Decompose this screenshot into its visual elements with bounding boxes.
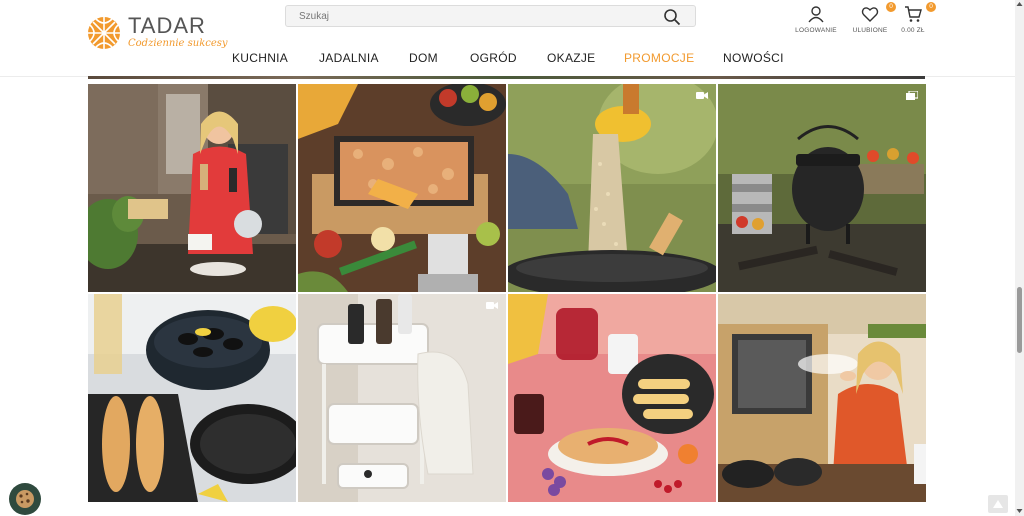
scroll-down-arrow-icon[interactable]	[1016, 508, 1023, 514]
photo-baking	[298, 84, 506, 292]
photo-mussels	[88, 294, 296, 502]
scroll-to-top-button[interactable]	[988, 495, 1008, 513]
video-icon	[486, 302, 498, 309]
gallery-tile-campfire[interactable]	[718, 84, 926, 292]
gallery-tile-rice[interactable]	[508, 84, 716, 292]
cart-icon	[905, 6, 922, 22]
gallery-previous-row-edge	[88, 76, 925, 79]
nav-item-promocje[interactable]: PROMOCJE	[624, 51, 694, 65]
nav-item-okazje[interactable]: OKAZJE	[547, 51, 595, 65]
main-nav: KUCHNIA JADALNIA DOM OGRÓD OKAZJE PROMOC…	[0, 51, 1015, 69]
cart-count-badge: 0	[926, 2, 936, 12]
gallery-tile-trolley[interactable]	[298, 294, 506, 502]
instagram-gallery	[88, 84, 926, 502]
search-icon[interactable]	[663, 8, 681, 26]
nav-item-dom[interactable]: DOM	[409, 51, 438, 65]
page-scrollbar[interactable]	[1015, 0, 1024, 516]
login-button[interactable]: LOGOWANIE	[792, 5, 840, 34]
logo[interactable]: TADAR Codziennie sukcesy	[87, 15, 228, 50]
search-input[interactable]	[286, 6, 646, 26]
photo-woman-kitchen	[88, 84, 296, 292]
cart-total-label: 0.00 ZŁ	[901, 27, 925, 34]
nav-item-nowosci[interactable]: NOWOŚCI	[723, 51, 784, 65]
nav-item-kuchnia[interactable]: KUCHNIA	[232, 51, 288, 65]
cookie-settings-button[interactable]	[9, 483, 41, 515]
heart-icon	[861, 7, 879, 22]
photo-trolley	[298, 294, 506, 502]
photo-rice	[508, 84, 716, 292]
scroll-up-arrow-icon[interactable]	[1016, 1, 1023, 7]
cart-button[interactable]: 0 0.00 ZŁ	[896, 2, 936, 34]
logo-mark-icon	[88, 16, 120, 49]
photo-flour	[718, 294, 926, 502]
gallery-tile-mussels[interactable]	[88, 294, 296, 502]
scrollbar-thumb[interactable]	[1017, 287, 1022, 353]
gallery-tile-woman-kitchen[interactable]	[88, 84, 296, 292]
header-actions: LOGOWANIE 0 ULUBIONE 0 0.00 ZŁ	[792, 2, 936, 34]
favorites-count-badge: 0	[886, 2, 896, 12]
arrow-up-icon	[993, 500, 1003, 508]
gallery-icon	[906, 91, 918, 100]
gallery-tile-flour[interactable]	[718, 294, 926, 502]
nav-item-ogrod[interactable]: OGRÓD	[470, 51, 517, 65]
nav-item-jadalnia[interactable]: JADALNIA	[319, 51, 379, 65]
photo-campfire	[718, 84, 926, 292]
gallery-tile-pancakes[interactable]	[508, 294, 716, 502]
favorites-label: ULUBIONE	[852, 27, 888, 34]
brand-tagline: Codziennie sukcesy	[128, 38, 228, 49]
search-bar	[285, 5, 696, 27]
login-label: LOGOWANIE	[795, 27, 837, 34]
favorites-button[interactable]: 0 ULUBIONE	[850, 2, 896, 34]
gallery-tile-baking[interactable]	[298, 84, 506, 292]
page: TADAR Codziennie sukcesy LOGOWANIE	[0, 0, 1024, 516]
site-header: TADAR Codziennie sukcesy LOGOWANIE	[0, 0, 1015, 77]
brand-name: TADAR	[128, 13, 206, 38]
photo-pancakes	[508, 294, 716, 502]
user-icon	[808, 6, 824, 23]
video-icon	[696, 92, 708, 99]
cookie-icon	[16, 490, 34, 508]
